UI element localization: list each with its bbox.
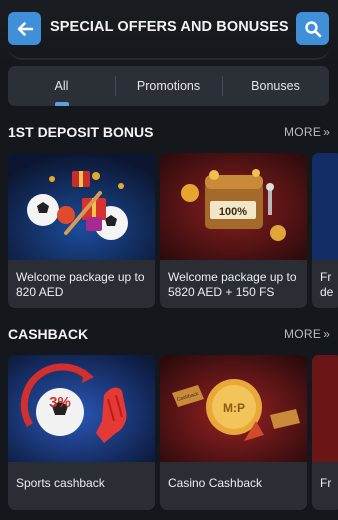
header-divider: [8, 46, 330, 60]
more-label: MORE: [284, 125, 322, 139]
offer-label: Welcome package up to 820 AED: [16, 270, 145, 299]
arrow-left-icon: [16, 20, 34, 38]
sports-cashback-image: 3%: [8, 355, 155, 462]
tab-label: Promotions: [136, 79, 201, 93]
offer-card-welcome-820[interactable]: Welcome package up to 820 AED: [8, 153, 155, 308]
tab-all[interactable]: All: [8, 66, 115, 106]
more-link-deposit-bonus[interactable]: MORE»: [284, 125, 330, 139]
slot-reel-text: 100%: [219, 206, 247, 218]
cashback-percent: 3%: [49, 394, 71, 411]
search-icon: [304, 20, 322, 38]
more-link-cashback[interactable]: MORE»: [284, 327, 330, 341]
double-chevron-right-icon: »: [323, 327, 331, 341]
tab-label: All: [54, 79, 69, 93]
tab-bonuses[interactable]: Bonuses: [222, 66, 329, 106]
section-title-deposit-bonus: 1ST DEPOSIT BONUS: [8, 124, 154, 140]
page-title: SPECIAL OFFERS AND BONUSES: [50, 19, 289, 35]
coin-logo-text: M:P: [223, 401, 245, 415]
offer-card-casino-cashback[interactable]: Cashback M:P Casino Cashback: [160, 355, 307, 510]
offer-label: Sports cashback: [16, 476, 105, 490]
offer-image: [312, 153, 338, 260]
app-header: SPECIAL OFFERS AND BONUSES: [0, 0, 338, 60]
more-label: MORE: [284, 327, 322, 341]
offer-image: [312, 355, 338, 462]
offer-card-welcome-5820[interactable]: 100% Welcome package up to 5820 AED + 15…: [160, 153, 307, 308]
casino-bonus-image: 100%: [160, 153, 307, 260]
offer-card-sports-cashback[interactable]: 3% Sports cashback: [8, 355, 155, 510]
offer-label: Fr de: [320, 270, 334, 299]
casino-cashback-image: Cashback M:P: [160, 355, 307, 462]
back-button[interactable]: [8, 12, 41, 45]
section-title-cashback: CASHBACK: [8, 326, 89, 342]
double-chevron-right-icon: »: [323, 125, 331, 139]
tab-label: Bonuses: [251, 79, 300, 93]
active-tab-indicator: [54, 102, 69, 106]
filter-tabs: All Promotions Bonuses: [8, 66, 329, 106]
offer-label: Casino Cashback: [168, 476, 263, 490]
search-button[interactable]: [296, 12, 329, 45]
tab-promotions[interactable]: Promotions: [115, 66, 222, 106]
offer-label: Welcome package up to 5820 AED + 150 FS: [168, 270, 297, 299]
offer-card-partial[interactable]: Fr: [312, 355, 338, 510]
offer-card-partial[interactable]: Fr de: [312, 153, 338, 308]
sports-bonus-image: [8, 153, 155, 260]
offer-label: Fr: [320, 476, 332, 490]
